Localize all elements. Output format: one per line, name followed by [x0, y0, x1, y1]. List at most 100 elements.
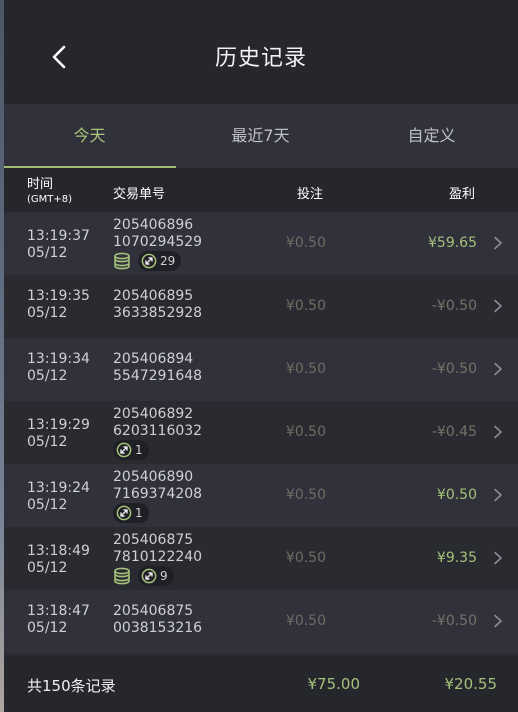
row-time-value: 13:19:35: [27, 288, 90, 304]
row-badges: 9: [113, 566, 174, 586]
profit-total: ¥20.55: [444, 675, 498, 693]
badge-count: 1: [135, 443, 143, 457]
record-count: 共150条记录: [27, 677, 116, 695]
tab-today[interactable]: 今天: [4, 104, 175, 168]
row-time: 13:19:34 05/12: [27, 351, 90, 385]
chevron-right-icon: [494, 299, 502, 313]
multiplier-badge: 1: [113, 503, 149, 523]
table-row[interactable]: 13:18:49 05/12 205406875 7810122240 9 ¥0.50 ¥9…: [4, 527, 518, 590]
column-order: 交易单号: [113, 187, 166, 202]
coin-stack-icon: [114, 567, 130, 585]
badge-count: 1: [135, 506, 143, 520]
order-number-line-2: 7169374208: [113, 486, 203, 502]
row-profit: -¥0.50: [431, 613, 477, 629]
stake-total: ¥75.00: [307, 675, 361, 693]
table-row[interactable]: 13:19:37 05/12 205406896 1070294529 29 ¥0.50 ¥…: [4, 212, 518, 275]
row-profit: ¥0.50: [436, 487, 477, 503]
header-bar: 历史记录: [4, 0, 518, 104]
badge-count: 29: [160, 254, 176, 268]
column-stake: 投注: [297, 187, 324, 202]
summary-bar: 共150条记录 ¥75.00 ¥20.55: [4, 656, 518, 712]
chevron-right-icon: [494, 236, 502, 250]
row-stake: ¥0.50: [285, 613, 326, 629]
column-profit: 盈利: [449, 187, 476, 202]
row-order-number: 205406890 7169374208: [113, 469, 202, 503]
row-date-value: 05/12: [27, 368, 68, 384]
tab-last-7-days[interactable]: 最近7天: [175, 104, 346, 168]
row-date-value: 05/12: [27, 305, 68, 321]
swap-arrows-icon: [141, 253, 157, 269]
row-time-value: 13:18:47: [27, 603, 90, 619]
swap-arrows-icon: [116, 505, 132, 521]
order-number-line-1: 205406892: [113, 406, 194, 422]
order-number-line-1: 205406875: [113, 603, 194, 619]
table-row[interactable]: 13:18:47 05/12 205406875 0038153216 ¥0.50 -¥0…: [4, 590, 518, 653]
page-title: 历史记录: [214, 46, 307, 71]
row-profit: ¥9.35: [436, 550, 477, 566]
tab-custom[interactable]: 自定义: [346, 104, 517, 168]
row-time: 13:19:24 05/12: [27, 480, 90, 514]
row-time: 13:18:47 05/12: [27, 603, 90, 637]
chevron-right-icon: [494, 362, 502, 376]
badge-count: 9: [160, 569, 168, 583]
row-badges: 1: [113, 503, 149, 523]
column-time-label: 时间: [27, 177, 54, 192]
order-number-line-2: 3633852928: [113, 305, 203, 321]
multiplier-badge: 9: [138, 566, 174, 586]
row-time-value: 13:19:29: [27, 417, 90, 433]
row-time-value: 13:19:34: [27, 351, 90, 367]
row-time-value: 13:19:24: [27, 480, 90, 496]
order-number-line-2: 6203116032: [113, 423, 203, 439]
table-row[interactable]: 13:19:29 05/12 205406892 6203116032 1 ¥0.50 -¥…: [4, 401, 518, 464]
row-stake: ¥0.50: [285, 298, 326, 314]
table-row[interactable]: 13:19:34 05/12 205406894 5547291648 ¥0.50 -¥0…: [4, 338, 518, 401]
multiplier-badge: 29: [138, 251, 182, 271]
history-screen: 历史记录 今天 最近7天 自定义 时间 (GMT+8) 交易单号 投注 盈利 1…: [4, 0, 518, 712]
row-time: 13:19:29 05/12: [27, 417, 90, 451]
row-time: 13:18:49 05/12: [27, 543, 90, 577]
row-stake: ¥0.50: [285, 361, 326, 377]
row-time: 13:19:35 05/12: [27, 288, 90, 322]
order-number-line-1: 205406890: [113, 469, 194, 485]
row-badges: 1: [113, 440, 149, 460]
row-time: 13:19:37 05/12: [27, 228, 90, 262]
row-profit: -¥0.50: [431, 298, 477, 314]
row-order-number: 205406875 7810122240: [113, 532, 202, 566]
row-date-value: 05/12: [27, 560, 68, 576]
row-order-number: 205406892 6203116032: [113, 406, 202, 440]
order-number-line-1: 205406875: [113, 532, 194, 548]
row-profit: -¥0.45: [431, 424, 477, 440]
column-header: 时间 (GMT+8) 交易单号 投注 盈利: [4, 168, 518, 212]
chevron-right-icon: [494, 614, 502, 628]
row-stake: ¥0.50: [285, 424, 326, 440]
row-stake: ¥0.50: [285, 487, 326, 503]
row-time-value: 13:19:37: [27, 228, 90, 244]
column-time: 时间 (GMT+8): [27, 177, 72, 207]
order-number-line-2: 0038153216: [113, 620, 203, 636]
row-date-value: 05/12: [27, 497, 68, 513]
multiplier-badge: 1: [113, 440, 149, 460]
order-number-line-2: 1070294529: [113, 234, 203, 250]
row-stake: ¥0.50: [285, 550, 326, 566]
row-profit: -¥0.50: [431, 361, 477, 377]
column-timezone-label: (GMT+8): [27, 194, 73, 205]
table-row[interactable]: 13:19:35 05/12 205406895 3633852928 ¥0.50 -¥0…: [4, 275, 518, 338]
tab-bar: 今天 最近7天 自定义: [4, 104, 518, 168]
swap-arrows-icon: [116, 442, 132, 458]
row-date-value: 05/12: [27, 620, 68, 636]
order-number-line-1: 205406895: [113, 288, 194, 304]
coin-stack-icon: [114, 252, 130, 270]
row-date-value: 05/12: [27, 245, 68, 261]
chevron-right-icon: [494, 425, 502, 439]
order-number-line-2: 5547291648: [113, 368, 203, 384]
row-order-number: 205406894 5547291648: [113, 351, 202, 385]
row-date-value: 05/12: [27, 434, 68, 450]
row-profit: ¥59.65: [428, 235, 477, 251]
row-order-number: 205406895 3633852928: [113, 288, 202, 322]
order-number-line-1: 205406894: [113, 351, 194, 367]
table-row[interactable]: 13:19:24 05/12 205406890 7169374208 1 ¥0.50 ¥0…: [4, 464, 518, 527]
row-order-number: 205406875 0038153216: [113, 603, 202, 637]
order-number-line-1: 205406896: [113, 217, 194, 233]
order-number-line-2: 7810122240: [113, 549, 203, 565]
row-badges: 29: [113, 251, 182, 271]
